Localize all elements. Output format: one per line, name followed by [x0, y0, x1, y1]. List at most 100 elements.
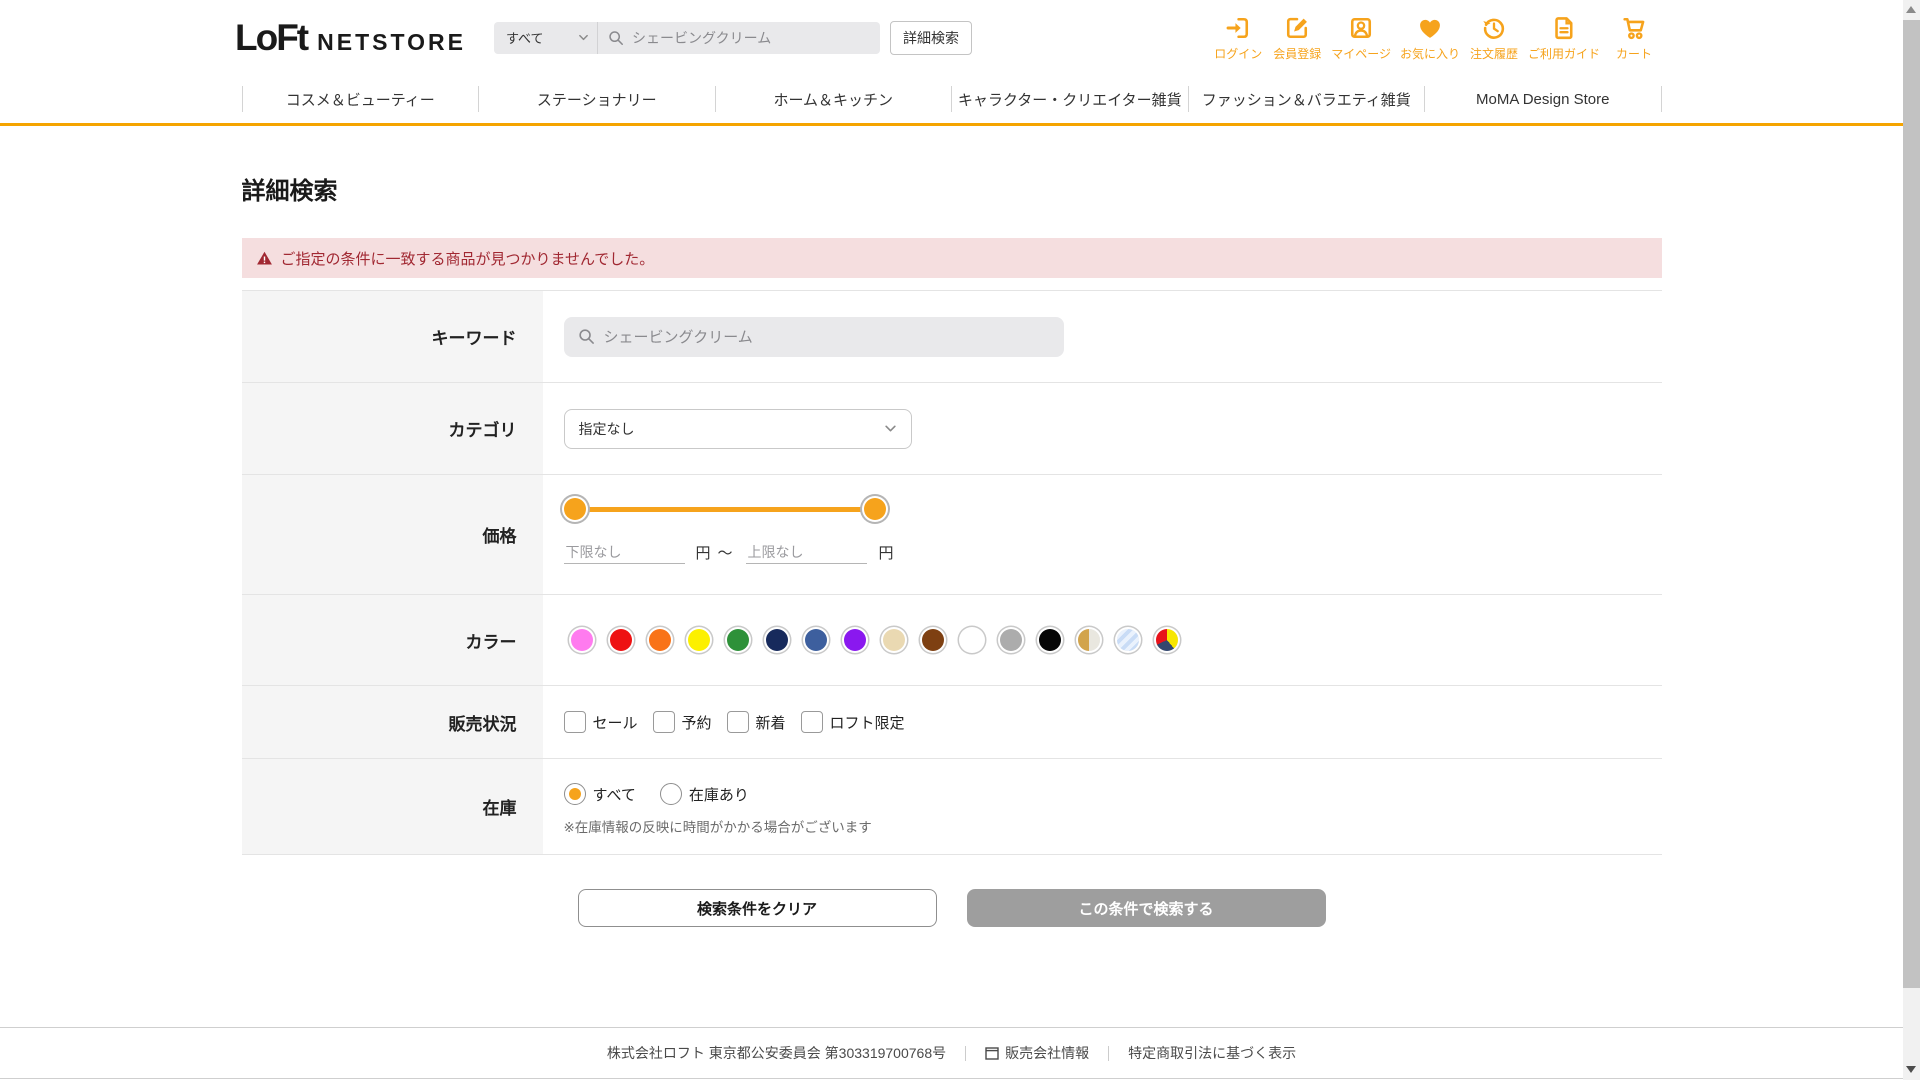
search-submit-button[interactable]: この条件で検索する — [967, 889, 1326, 927]
radio-button[interactable] — [660, 783, 682, 805]
radio-all[interactable]: すべて — [564, 783, 636, 805]
swatch-green[interactable] — [727, 629, 749, 651]
radio-button-selected[interactable] — [564, 783, 586, 805]
category-select[interactable]: 指定なし — [564, 409, 912, 449]
header-quick-links: ログイン 会員登録 マイページ お気に入り 注文履歴 ご利用ガイド — [1213, 14, 1659, 62]
nav-item-cosmetics[interactable]: コスメ＆ビューティー — [243, 89, 479, 110]
guide-label: ご利用ガイド — [1528, 45, 1600, 62]
login-label: ログイン — [1214, 45, 1262, 62]
color-row: カラー — [242, 595, 1662, 686]
favorites-link[interactable]: お気に入り — [1400, 14, 1460, 62]
keyword-input[interactable]: シェービングクリーム — [564, 317, 1064, 357]
search-scope-select[interactable]: すべて — [494, 22, 598, 54]
nav-item-fashion-variety[interactable]: ファッション＆バラエティ雑貨 — [1189, 89, 1425, 110]
price-min-input[interactable] — [564, 541, 685, 564]
stock-label: 在庫 — [242, 759, 543, 854]
search-icon — [578, 328, 595, 345]
order-history-icon — [1480, 14, 1508, 42]
swatch-beige[interactable] — [883, 629, 905, 651]
swatch-purple[interactable] — [844, 629, 866, 651]
swatch-brown[interactable] — [922, 629, 944, 651]
checkbox-reservation[interactable]: 予約 — [653, 711, 712, 733]
swatch-orange[interactable] — [649, 629, 671, 651]
register-icon — [1283, 14, 1311, 42]
sales-status-row: 販売状況 セール 予約 新着 — [242, 686, 1662, 759]
yen-unit: 円 — [879, 542, 894, 563]
site-header: LoFt NETSTORE すべて シェービングクリーム 詳細検索 ログイン — [0, 0, 1903, 75]
stock-note: ※在庫情報の反映に時間がかかる場合がございます — [564, 816, 1662, 836]
category-selected-value: 指定なし — [579, 419, 635, 439]
nav-item-character[interactable]: キャラクター・クリエイター雑貨 — [952, 89, 1188, 110]
price-label: 価格 — [242, 475, 543, 594]
checkbox-sale[interactable]: セール — [564, 711, 638, 733]
favorites-icon — [1416, 14, 1444, 42]
swatch-navy[interactable] — [766, 629, 788, 651]
swatch-clear[interactable] — [1117, 629, 1139, 651]
login-link[interactable]: ログイン — [1213, 14, 1263, 62]
register-link[interactable]: 会員登録 — [1272, 14, 1322, 62]
chevron-down-icon — [884, 422, 897, 435]
keyword-value: シェービングクリーム — [604, 326, 753, 347]
header-search-bar: すべて シェービングクリーム 詳細検索 — [494, 22, 972, 54]
mypage-link[interactable]: マイページ — [1331, 14, 1391, 62]
cart-link[interactable]: カート — [1609, 14, 1659, 62]
checkbox-new-arrival[interactable]: 新着 — [727, 711, 786, 733]
scrollbar-thumb[interactable] — [1903, 20, 1920, 988]
mypage-label: マイページ — [1331, 45, 1391, 62]
primary-nav: コスメ＆ビューティー ステーショナリー ホーム＆キッチン キャラクター・クリエイ… — [0, 75, 1903, 126]
login-icon — [1224, 14, 1252, 42]
header-search-input[interactable]: シェービングクリーム — [598, 22, 880, 54]
order-history-link[interactable]: 注文履歴 — [1469, 14, 1519, 62]
radio-in-stock[interactable]: 在庫あり — [660, 783, 749, 805]
checkbox-label: 新着 — [756, 712, 786, 733]
sales-status-label: 販売状況 — [242, 686, 543, 758]
price-max-input[interactable] — [746, 541, 867, 564]
swatch-pink[interactable] — [571, 629, 593, 651]
site-logo[interactable]: LoFt NETSTORE — [235, 17, 466, 59]
seller-info-link[interactable]: 販売会社情報 — [985, 1043, 1089, 1063]
nav-item-stationery[interactable]: ステーショナリー — [479, 89, 715, 110]
checkbox-box[interactable] — [727, 711, 749, 733]
scroll-up-arrow[interactable] — [1906, 6, 1916, 13]
footer-divider — [965, 1046, 966, 1061]
footer-company-text: 株式会社ロフト 東京都公安委員会 第303319700768号 — [607, 1043, 946, 1063]
radio-label: 在庫あり — [689, 784, 749, 805]
price-max-handle[interactable] — [864, 498, 886, 520]
swatch-red[interactable] — [610, 629, 632, 651]
main-content: 詳細検索 ご指定の条件に一致する商品が見つかりませんでした。 キーワード シェー… — [242, 126, 1662, 927]
category-label: カテゴリ — [242, 383, 543, 474]
range-tilde: ～ — [718, 542, 733, 563]
checkbox-box[interactable] — [564, 711, 586, 733]
nav-item-home-kitchen[interactable]: ホーム＆キッチン — [716, 89, 952, 110]
scroll-down-arrow[interactable] — [1906, 1066, 1916, 1073]
checkbox-loft-exclusive[interactable]: ロフト限定 — [801, 711, 905, 733]
swatch-yellow[interactable] — [688, 629, 710, 651]
favorites-label: お気に入り — [1400, 45, 1460, 62]
stock-row: 在庫 すべて 在庫あり ※在庫情報の反映に時間がかかる場合がございます — [242, 759, 1662, 855]
swatch-blue[interactable] — [805, 629, 827, 651]
vertical-scrollbar — [1903, 0, 1920, 1080]
radio-label: すべて — [593, 784, 636, 805]
price-min-handle[interactable] — [564, 498, 586, 520]
commerce-law-link[interactable]: 特定商取引法に基づく表示 — [1128, 1043, 1296, 1063]
keyword-row: キーワード シェービングクリーム — [242, 291, 1662, 383]
logo-loft-text: LoFt — [235, 17, 307, 59]
guide-link[interactable]: ご利用ガイド — [1528, 14, 1600, 62]
nav-item-moma[interactable]: MoMA Design Store — [1425, 91, 1661, 108]
clear-conditions-button[interactable]: 検索条件をクリア — [578, 889, 937, 927]
window-icon — [985, 1047, 999, 1060]
advanced-search-button[interactable]: 詳細検索 — [890, 21, 972, 55]
swatch-white[interactable] — [961, 629, 983, 651]
order-history-label: 注文履歴 — [1470, 45, 1518, 62]
cart-label: カート — [1616, 45, 1652, 62]
sales-status-options: セール 予約 新着 ロフト限定 — [564, 711, 905, 733]
keyword-label: キーワード — [242, 291, 543, 382]
chevron-down-icon — [578, 32, 589, 43]
checkbox-label: セール — [593, 712, 638, 733]
checkbox-box[interactable] — [653, 711, 675, 733]
checkbox-box[interactable] — [801, 711, 823, 733]
swatch-multicolor[interactable] — [1156, 629, 1178, 651]
swatch-black[interactable] — [1039, 629, 1061, 651]
swatch-gray[interactable] — [1000, 629, 1022, 651]
swatch-gold-silver[interactable] — [1078, 629, 1100, 651]
